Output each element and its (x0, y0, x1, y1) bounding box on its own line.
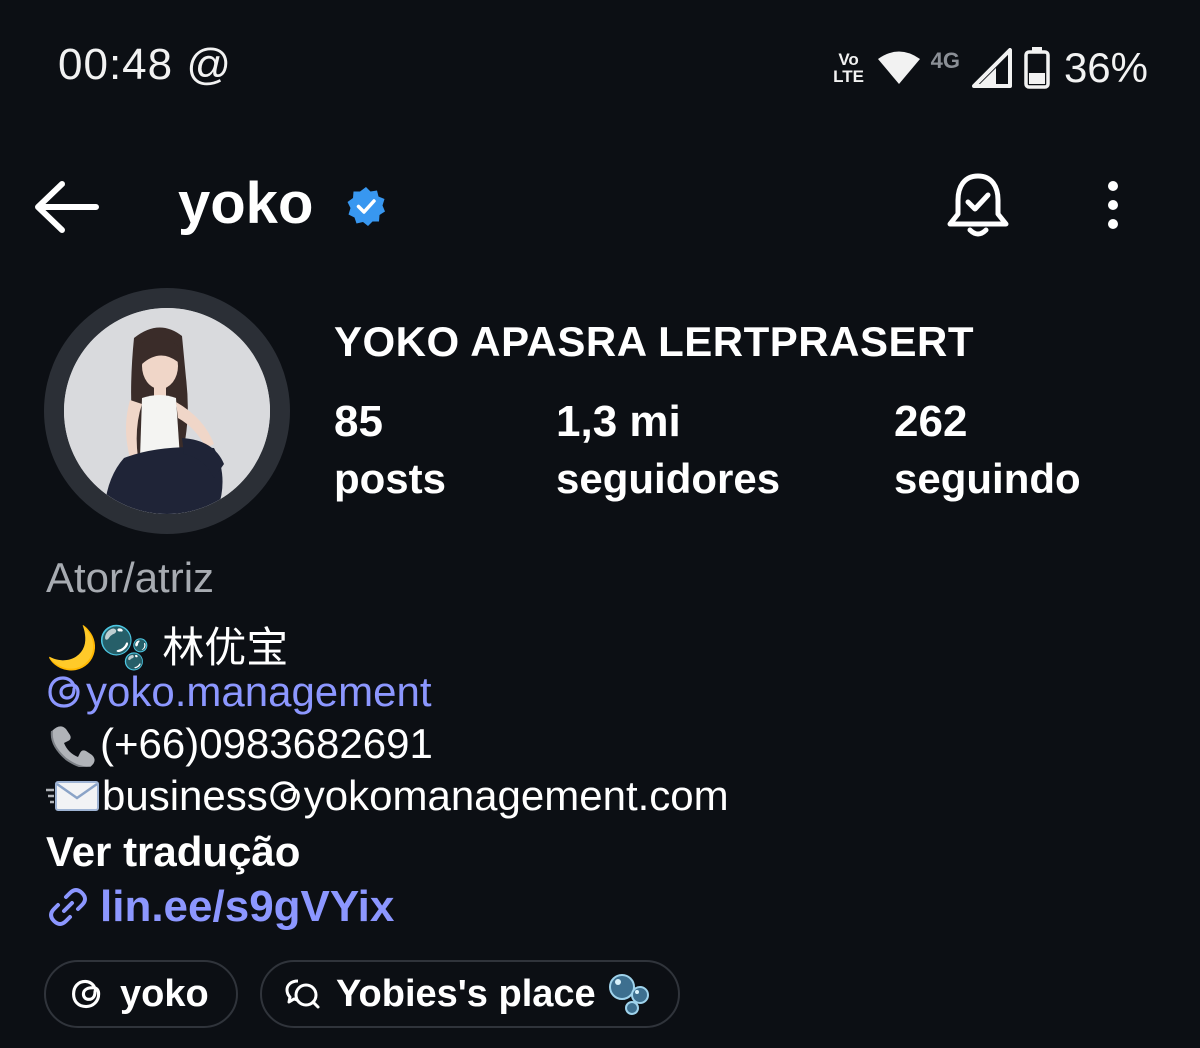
back-button[interactable] (30, 172, 104, 242)
posts-label: posts (334, 455, 447, 502)
broadcast-channel-chip[interactable]: Yobies's place (260, 960, 680, 1028)
threads-icon (72, 979, 101, 1009)
kebab-menu-icon (1108, 181, 1118, 229)
threads-profile-chip[interactable]: yoko (44, 960, 238, 1028)
profile-full-name: YOKO APASRA LERTPRASERT (334, 318, 974, 365)
more-options-button[interactable] (1092, 178, 1134, 234)
notifications-bell-button[interactable] (944, 170, 1012, 242)
followers-count: 1,3 mi (556, 397, 681, 446)
arrow-left-icon (35, 181, 99, 233)
channel-chat-icon (285, 979, 320, 1009)
volte-icon: Vo LTE (833, 50, 864, 86)
threads-chip-label: yoko (120, 972, 209, 1015)
phone-icon (50, 726, 95, 767)
cellular-signal-icon (971, 48, 1012, 88)
profile-link[interactable]: lin.ee/s9gVYix (46, 882, 394, 932)
bio-email-domain: yokomanagement.com (303, 772, 729, 819)
verified-badge-icon (347, 187, 385, 226)
channel-chip-label: Yobies's place (336, 972, 596, 1015)
see-translation-button[interactable]: Ver tradução (46, 828, 300, 876)
envelope-icon (46, 781, 99, 811)
bio-email-user: business (102, 772, 268, 819)
bell-check-icon (947, 173, 1009, 237)
bio-line-1: 🌙🫧 林优宝 (46, 624, 289, 671)
status-icons: Vo LTE 4G 36% (831, 42, 1148, 94)
bio-email-line: business yokomanagement.com (46, 772, 729, 820)
posts-stat[interactable]: 85 posts (334, 396, 446, 510)
bio-phone-number: (+66)0983682691 (100, 720, 433, 767)
threads-at-icon (270, 781, 300, 811)
profile-photo (64, 308, 270, 514)
wifi-icon (877, 51, 920, 84)
posts-count: 85 (334, 397, 383, 446)
bubbles-emoji-icon (608, 974, 649, 1015)
avatar[interactable] (64, 308, 270, 514)
profile-category: Ator/atriz (46, 554, 215, 601)
bio-mention-text: yoko.management (86, 668, 432, 715)
status-time: 00:48 @ (58, 40, 232, 90)
following-label: seguindo (894, 455, 1081, 502)
status-clock: 00:48 (58, 40, 174, 89)
bio-phone-line: (+66)0983682691 (46, 720, 433, 768)
bio-mention-link[interactable]: yoko.management (46, 668, 432, 716)
following-count: 262 (894, 397, 968, 446)
followers-stat[interactable]: 1,3 mi seguidores (556, 396, 780, 510)
followers-label: seguidores (556, 455, 781, 502)
link-icon (49, 888, 87, 926)
threads-at-icon (48, 676, 80, 708)
battery-percentage: 36% (1063, 44, 1148, 91)
page-title: yoko (178, 171, 314, 236)
status-at-icon: @ (186, 40, 233, 89)
following-stat[interactable]: 262 seguindo (894, 396, 1081, 510)
network-type: 4G (930, 48, 960, 73)
battery-icon (1024, 47, 1050, 89)
profile-link-text: lin.ee/s9gVYix (100, 882, 395, 931)
